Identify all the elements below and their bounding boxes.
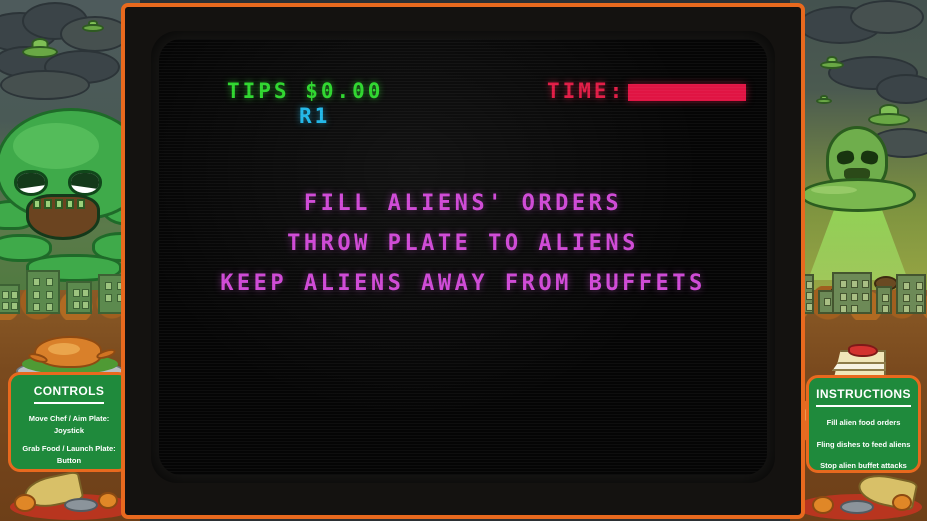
cornucopia-left — [10, 470, 136, 520]
ufo-icon — [868, 104, 910, 126]
cloud-icon — [878, 76, 927, 102]
building — [876, 286, 892, 314]
building — [26, 270, 60, 314]
cornucopia-right — [796, 470, 922, 520]
crt-bezel: TIPS $0.00 R1 TIME: FILL ALIENS' ORDERS … — [151, 31, 775, 483]
city-skyline-right — [790, 268, 927, 314]
control-entry-move: Move Chef / Aim Plate: Joystick — [16, 413, 122, 436]
hud-time-label: TIME: — [547, 79, 626, 103]
pumpkin — [14, 494, 36, 512]
controls-panel: CONTROLS Move Chef / Aim Plate: Joystick… — [8, 372, 130, 472]
control-input-grab: Button — [56, 455, 82, 465]
objective-message-1: FILL ALIENS' ORDERS — [303, 191, 623, 216]
ufo-icon — [820, 56, 844, 69]
controls-panel-body: Move Chef / Aim Plate: Joystick Grab Foo… — [11, 413, 127, 467]
alien-eye-left — [836, 149, 855, 166]
control-input-move: Joystick — [53, 425, 85, 435]
crt-screen: TIPS $0.00 R1 TIME: FILL ALIENS' ORDERS … — [159, 39, 767, 475]
instructions-panel: INSTRUCTIONS Fill alien food orders Flin… — [806, 375, 921, 473]
pumpkin — [812, 496, 834, 514]
instructions-panel-body: Fill alien food orders Fling dishes to f… — [809, 417, 918, 472]
monster-eye-left — [14, 170, 48, 196]
hud-round-indicator: R1 — [299, 104, 331, 128]
game-screen: CONTROLS Move Chef / Aim Plate: Joystick… — [0, 0, 927, 521]
crt-monitor-frame: TIPS $0.00 R1 TIME: FILL ALIENS' ORDERS … — [121, 3, 805, 519]
hud-tips: TIPS $0.00 — [227, 79, 383, 103]
roast-turkey — [34, 336, 102, 368]
monster-teeth — [33, 199, 85, 209]
city-skyline-left — [0, 268, 140, 314]
hud-time: TIME: — [547, 79, 747, 103]
building — [66, 281, 92, 314]
pumpkin — [98, 492, 118, 509]
control-action-grab: Grab Food / Launch Plate: — [22, 444, 116, 454]
control-action-move: Move Chef / Aim Plate: — [28, 414, 110, 423]
strawberry-topping — [848, 344, 878, 357]
instruction-line-2: Fling dishes to feed aliens — [816, 439, 911, 449]
objective-message-2: THROW PLATE TO ALIENS — [287, 231, 639, 256]
instructions-panel-title: INSTRUCTIONS — [816, 387, 911, 407]
building — [896, 274, 926, 314]
cloud-icon — [2, 72, 88, 98]
alien-flying-saucer — [800, 126, 920, 286]
octopus-alien-monster — [0, 108, 140, 288]
objective-message-3: KEEP ALIENS AWAY FROM BUFFETS — [220, 271, 706, 296]
ufo-icon — [82, 20, 104, 32]
squash — [840, 500, 874, 514]
pumpkin — [892, 494, 912, 511]
squash — [64, 498, 98, 512]
controls-panel-title: CONTROLS — [33, 384, 105, 404]
ufo-icon — [816, 95, 832, 104]
alien-eye-right — [860, 149, 879, 166]
monster-mouth — [26, 194, 100, 240]
instruction-line-1: Fill alien food orders — [826, 418, 901, 427]
building — [0, 284, 20, 314]
hud-tips-label: TIPS — [227, 79, 290, 103]
hud-tips-value: $0.00 — [305, 79, 384, 103]
hud-time-bar — [628, 83, 747, 101]
ufo-icon — [22, 38, 58, 58]
cloud-icon — [852, 2, 922, 32]
monster-eye-right — [68, 170, 102, 196]
cake-frosting — [832, 362, 886, 371]
instruction-line-3: Stop alien buffet attacks — [820, 461, 907, 471]
building — [832, 272, 872, 314]
screen-objective-messages: FILL ALIENS' ORDERS THROW PLATE TO ALIEN… — [159, 191, 767, 296]
saucer-disc — [800, 178, 916, 212]
control-entry-grab: Grab Food / Launch Plate: Button — [16, 443, 122, 466]
